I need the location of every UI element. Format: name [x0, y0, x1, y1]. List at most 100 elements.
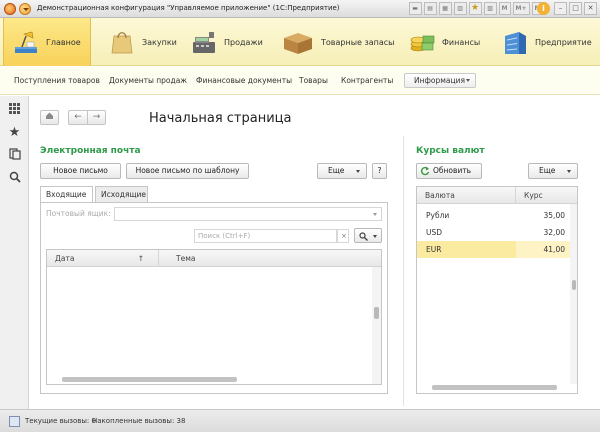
memory-button[interactable]: M — [498, 2, 511, 15]
mailbox-select[interactable] — [114, 207, 382, 221]
rates-group-title: Курсы валют — [416, 146, 485, 156]
shopping-bag-icon — [108, 28, 136, 56]
info-dropdown-label: Информация — [414, 76, 466, 85]
window-controls: – □ ✕ — [554, 2, 597, 15]
column-currency[interactable]: Валюта — [417, 187, 516, 204]
chevron-down-icon — [373, 235, 377, 238]
vertical-scrollbar[interactable] — [570, 204, 577, 384]
search-options-button[interactable] — [354, 228, 382, 243]
section-main[interactable]: Главное — [3, 18, 91, 66]
app-logo-icon[interactable] — [4, 3, 16, 15]
calculator-icon[interactable]: ▥ — [453, 2, 467, 15]
title-bar: Демонстрационная конфигурация "Управляем… — [0, 0, 600, 18]
column-rate[interactable]: Курс — [516, 187, 570, 204]
rates-table[interactable]: Валюта Курс Рубли 35,00 USD 32,00 EUR 41… — [416, 186, 578, 394]
search-clear-button[interactable]: × — [337, 229, 349, 243]
main-menu-button[interactable] — [19, 3, 31, 15]
history-icon[interactable]: ▧ — [483, 2, 497, 15]
column-date[interactable]: Дата ↑ — [47, 250, 159, 267]
home-button[interactable] — [40, 110, 59, 125]
search-button[interactable] — [7, 171, 22, 186]
maximize-button[interactable]: □ — [569, 2, 582, 15]
section-inventory[interactable]: Товарные запасы — [273, 18, 395, 66]
email-more-button[interactable]: Еще — [317, 163, 367, 179]
rate-cell: 32,00 — [543, 228, 565, 237]
left-toolbar: ★ — [0, 96, 29, 409]
column-subject[interactable]: Тема — [159, 250, 371, 267]
refresh-button[interactable]: Обновить — [416, 163, 482, 179]
accumulated-calls-text: Накопленные вызовы: 38 — [92, 417, 186, 425]
currency-cell: USD — [426, 228, 443, 237]
new-letter-button[interactable]: Новое письмо — [40, 163, 121, 179]
chevron-down-icon — [466, 79, 470, 82]
currency-cell: EUR — [426, 245, 442, 254]
section-label: Предприятие — [535, 37, 592, 47]
column-date-label: Дата — [55, 254, 75, 263]
functions-menu-button[interactable] — [7, 102, 22, 117]
box-icon — [281, 28, 315, 56]
chevron-down-icon — [373, 213, 377, 216]
chevron-down-icon — [356, 170, 360, 173]
grid-icon — [9, 103, 20, 114]
submenu-item-counterparties[interactable]: Контрагенты — [341, 76, 393, 85]
section-sales[interactable]: Продажи — [182, 18, 267, 66]
forward-button[interactable]: → — [87, 110, 106, 125]
section-finance[interactable]: Финансы — [400, 18, 485, 66]
search-input[interactable]: Поиск (Ctrl+F) — [194, 229, 337, 243]
print-icon[interactable]: ▤ — [423, 2, 437, 15]
history-button[interactable] — [7, 148, 22, 163]
start-page: ← → Начальная страница Электронная почта… — [30, 96, 600, 409]
info-dropdown[interactable]: Информация — [404, 73, 476, 88]
email-list[interactable]: Дата ↑ Тема — [46, 249, 382, 385]
vertical-scrollbar[interactable] — [372, 267, 381, 384]
tab-outbox[interactable]: Исходящие — [95, 186, 148, 203]
history-icon — [8, 148, 21, 160]
rates-more-label: Еще — [539, 166, 556, 175]
close-button[interactable]: ✕ — [584, 2, 597, 15]
scroll-thumb[interactable] — [572, 280, 576, 290]
section-purchases[interactable]: Закупки — [100, 18, 180, 66]
horizontal-scroll-thumb[interactable] — [432, 385, 557, 390]
status-bar: Текущие вызовы: 0 Накопленные вызовы: 38 — [0, 409, 600, 432]
rate-cell: 35,00 — [543, 211, 565, 220]
section-enterprise[interactable]: Предприятие — [493, 18, 598, 66]
save-icon[interactable]: ▬ — [408, 2, 422, 15]
server-calls-icon[interactable] — [9, 416, 20, 427]
horizontal-scroll-thumb[interactable] — [62, 377, 237, 382]
email-tab-panel: Почтовый ящик: Поиск (Ctrl+F) × Дата ↑ Т… — [40, 202, 388, 394]
tab-inbox[interactable]: Входящие — [40, 186, 93, 203]
search-icon — [359, 232, 368, 241]
rates-row[interactable]: Рубли 35,00 — [417, 207, 570, 224]
help-button[interactable]: ? — [372, 163, 387, 179]
section-label: Финансы — [442, 37, 481, 47]
rates-row-selected[interactable]: EUR 41,00 — [417, 241, 570, 258]
current-calls-text: Текущие вызовы: 0 — [25, 417, 96, 425]
email-more-label: Еще — [328, 166, 345, 175]
section-label: Продажи — [224, 37, 263, 47]
cash-register-icon — [190, 28, 218, 56]
favorites-star-icon[interactable]: ★ — [7, 125, 22, 140]
section-panel: Главное Закупки Продажи Товарные запасы … — [0, 18, 600, 66]
submenu-item-sales-docs[interactable]: Документы продаж — [109, 76, 187, 85]
new-letter-template-button[interactable]: Новое письмо по шаблону — [126, 163, 249, 179]
submenu-item-goods-receipts[interactable]: Поступления товаров — [14, 76, 100, 85]
refresh-icon — [420, 166, 430, 176]
rates-row[interactable]: USD 32,00 — [417, 224, 570, 241]
desk-lamp-icon — [12, 28, 40, 56]
star-icon[interactable]: ★ — [468, 2, 482, 15]
navigation-submenu: Поступления товаров Документы продаж Фин… — [0, 67, 600, 95]
calendar-icon[interactable]: ▦ — [438, 2, 452, 15]
memory-plus-button[interactable]: M+ — [512, 2, 530, 15]
building-icon — [501, 28, 529, 56]
coins-icon — [408, 28, 436, 56]
info-icon[interactable]: i — [537, 2, 550, 15]
email-group-title: Электронная почта — [40, 146, 141, 156]
scroll-thumb[interactable] — [374, 307, 379, 319]
mailbox-label: Почтовый ящик: — [46, 209, 111, 218]
submenu-item-goods[interactable]: Товары — [299, 76, 328, 85]
email-list-header: Дата ↑ Тема — [47, 250, 381, 267]
submenu-item-finance-docs[interactable]: Финансовые документы — [196, 76, 292, 85]
minimize-button[interactable]: – — [554, 2, 567, 15]
rates-more-button[interactable]: Еще — [528, 163, 578, 179]
back-button[interactable]: ← — [68, 110, 87, 125]
